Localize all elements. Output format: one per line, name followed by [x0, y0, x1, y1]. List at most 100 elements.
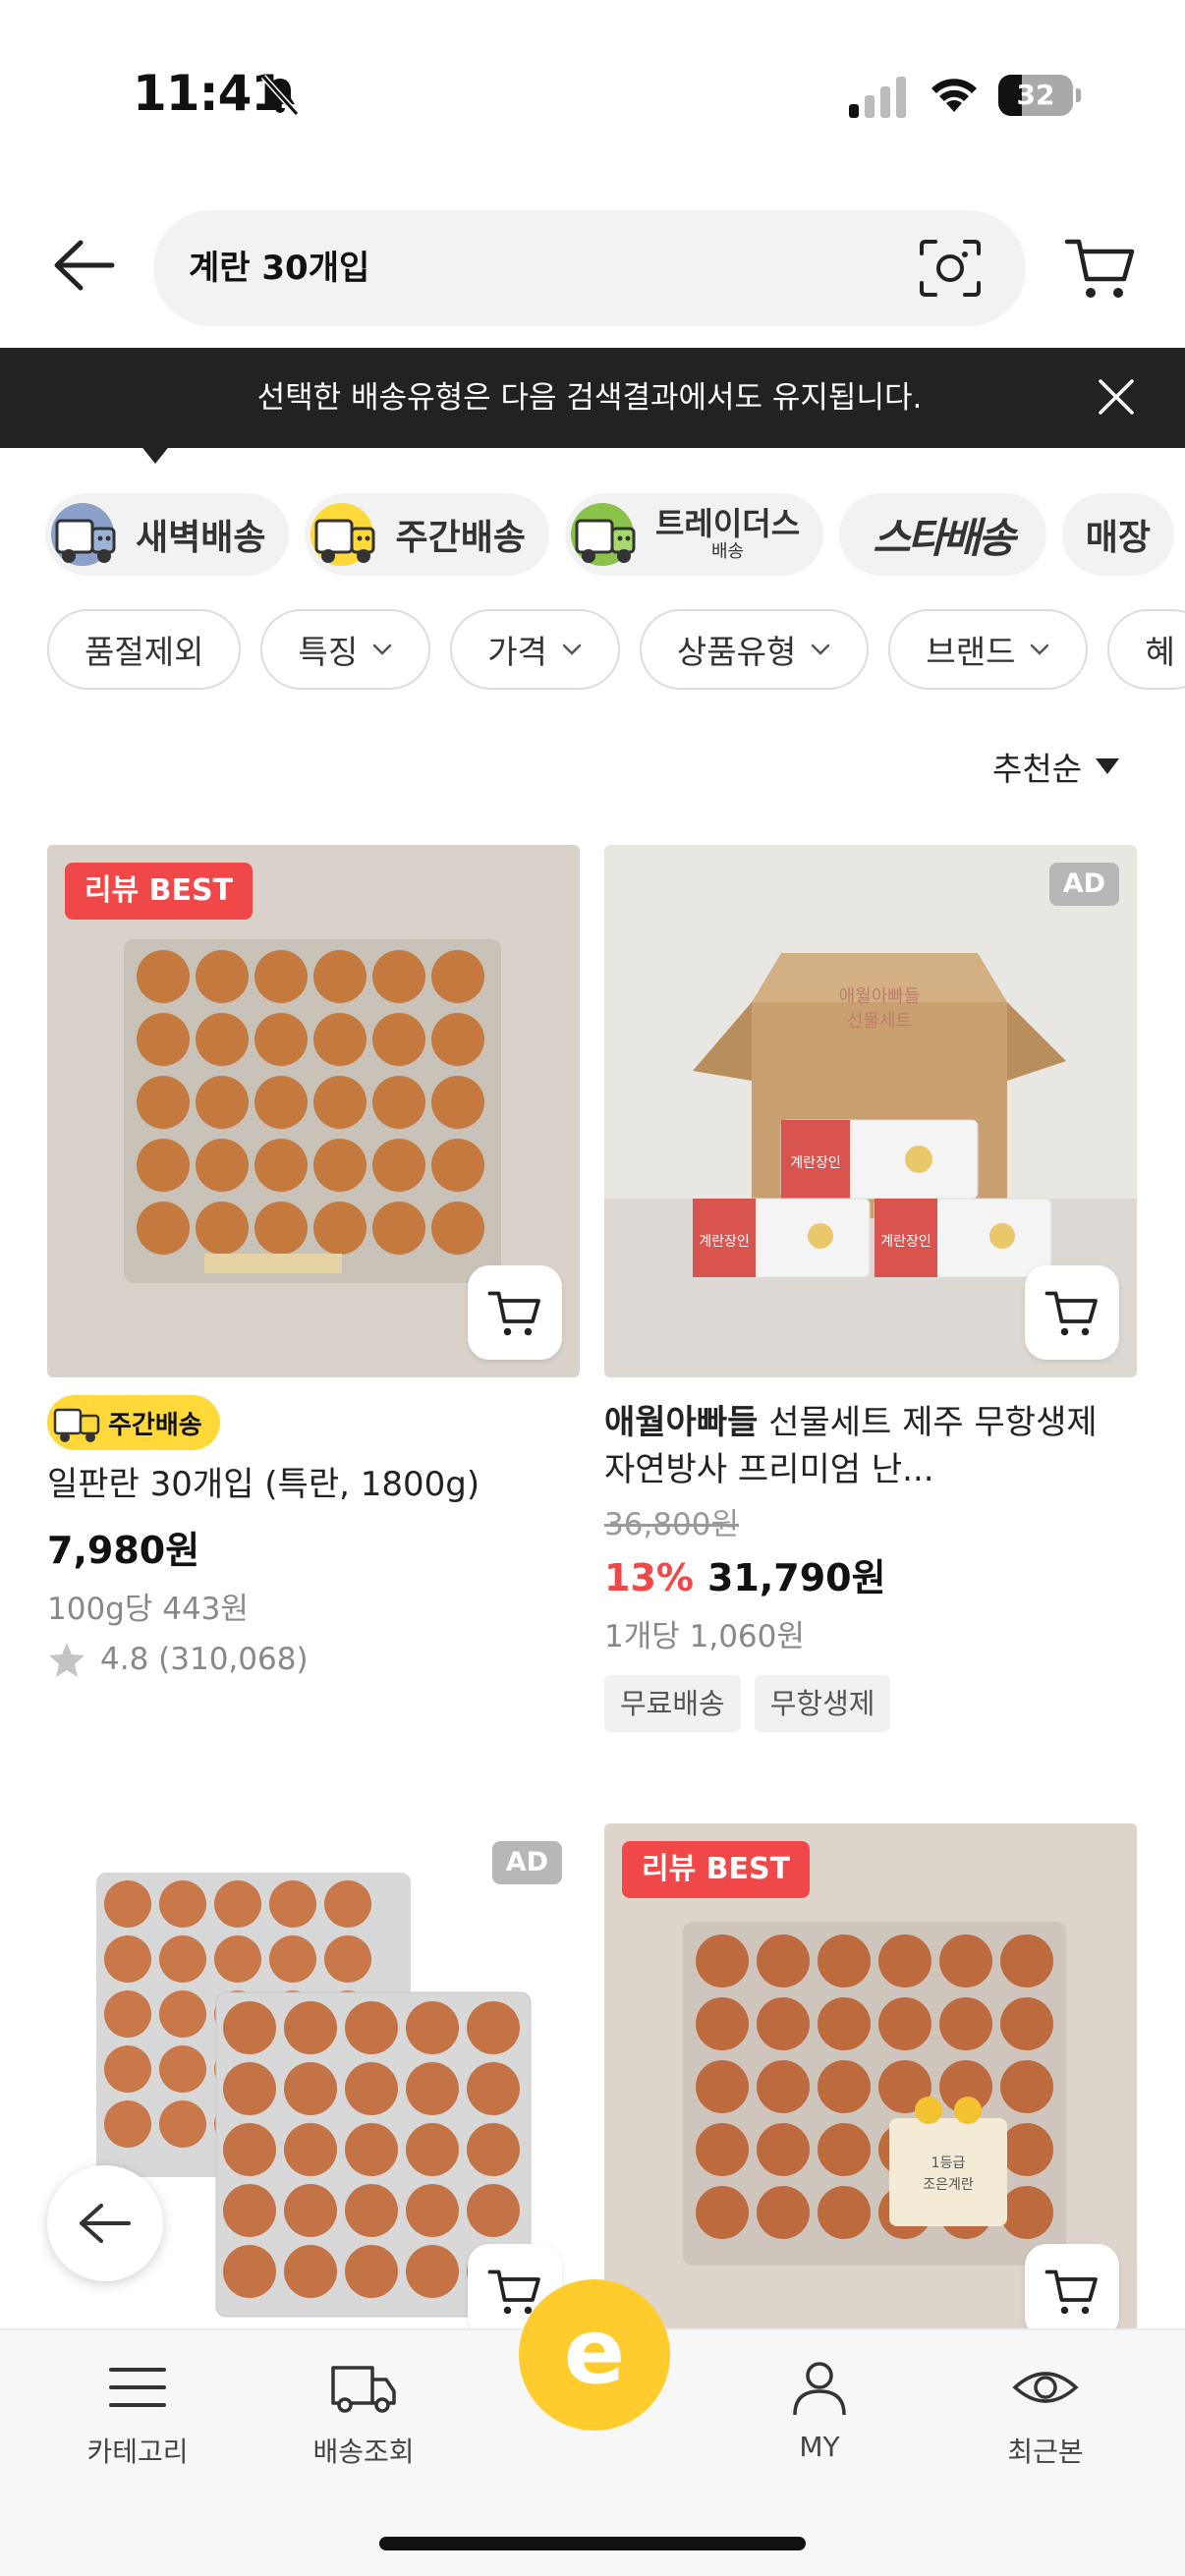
banner-text: 선택한 배송유형은 다음 검색결과에서도 유지됩니다. — [256, 380, 923, 416]
filter-product-type[interactable]: 상품유형 — [639, 609, 870, 690]
product-card[interactable]: 애월아빠들 선물세트 계란장인 계란장인 계란장인 AD 애월아빠들 선물세트 … — [604, 845, 1137, 1732]
delivery-chip-traders[interactable]: 트레이더스 배송 — [564, 493, 824, 576]
cart-icon — [1044, 1291, 1098, 1336]
egg — [406, 2001, 459, 2054]
egg — [313, 950, 367, 1003]
egg — [137, 1202, 190, 1255]
filter-label: 특징 — [298, 633, 359, 671]
filter-exclude-soldout[interactable]: 품절제외 — [47, 609, 242, 690]
discount-rate: 13% — [604, 1556, 694, 1599]
egg — [223, 2062, 276, 2115]
sort-dropdown[interactable]: 추천순 — [992, 743, 1120, 790]
nav-category[interactable]: 카테고리 — [39, 2358, 236, 2470]
egg — [284, 2123, 337, 2176]
product-image[interactable]: 애월아빠들 선물세트 계란장인 계란장인 계란장인 AD — [604, 845, 1137, 1377]
person-icon — [793, 2362, 846, 2416]
cart-icon — [1044, 2269, 1098, 2315]
egg — [254, 1013, 308, 1066]
product-image[interactable]: 1등급 조은계란 리뷰 BEST — [604, 1823, 1137, 2356]
egg — [757, 1997, 810, 2050]
egg — [254, 1076, 308, 1129]
egg — [223, 2184, 276, 2237]
search-input[interactable]: 계란 30개입 — [153, 210, 1026, 326]
egg — [254, 1139, 308, 1192]
star-icon — [49, 1643, 85, 1677]
filter-brand[interactable]: 브랜드 — [888, 609, 1089, 690]
back-button[interactable] — [39, 226, 128, 305]
egg — [818, 2186, 871, 2239]
floating-back-button[interactable] — [47, 2165, 163, 2281]
egg — [467, 2062, 520, 2115]
egg — [431, 1076, 484, 1129]
egg — [757, 2060, 810, 2113]
egg — [137, 1013, 190, 1066]
egg — [104, 2100, 151, 2148]
egg — [939, 1934, 992, 1988]
filter-feature[interactable]: 특징 — [260, 609, 431, 690]
product-title[interactable]: 애월아빠들 선물세트 제주 무항생제 자연방사 프리미엄 난... — [604, 1399, 1137, 1493]
product-title[interactable]: 일판란 30개입 (특란, 1800g) — [47, 1461, 580, 1508]
delivery-truck-icon — [331, 2366, 396, 2413]
add-to-cart-button[interactable] — [468, 1265, 562, 1360]
free-shipping-tag: 무료배송 — [604, 1675, 741, 1732]
close-icon[interactable] — [1095, 375, 1138, 419]
egg — [431, 950, 484, 1003]
delivery-chip-sublabel: 배송 — [711, 541, 745, 562]
filter-label: 품절제외 — [85, 633, 204, 671]
ad-badge: AD — [491, 1841, 562, 1884]
egg — [1000, 1934, 1053, 1988]
delivery-chip-label: 주간배송 — [395, 518, 526, 558]
delivery-chip-dawn[interactable]: 새벽배송 — [45, 493, 290, 576]
egg — [313, 1139, 367, 1192]
antibiotic-free-tag: 무항생제 — [754, 1675, 891, 1732]
egg — [324, 1880, 371, 1928]
add-to-cart-button[interactable] — [1025, 1265, 1119, 1360]
nav-label: MY — [799, 2431, 840, 2463]
egg — [324, 1935, 371, 1983]
egg — [313, 1202, 367, 1255]
egg — [159, 2100, 206, 2148]
nav-recently-viewed[interactable]: 최근본 — [947, 2358, 1144, 2470]
delivery-chip-store[interactable]: 매장 — [1061, 493, 1174, 576]
delivery-chip-weekly[interactable]: 주간배송 — [305, 493, 549, 576]
delivery-type-notice-banner: 선택한 배송유형은 다음 검색결과에서도 유지됩니다. — [0, 348, 1185, 448]
nav-label: 카테고리 — [86, 2436, 189, 2468]
nav-label: 최근본 — [1007, 2436, 1084, 2468]
egg — [372, 1139, 425, 1192]
delivery-chip-star[interactable]: 스타배송 — [839, 493, 1046, 576]
egg — [757, 2186, 810, 2239]
egg — [345, 2062, 398, 2115]
battery-percent: 32 — [1016, 79, 1055, 111]
product-rating: 4.8 (310,068) — [47, 1640, 580, 1679]
egg — [696, 1934, 749, 1988]
egg — [269, 1935, 316, 1983]
filter-price[interactable]: 가격 — [450, 609, 620, 690]
egg-pack-label: 계란장인 — [880, 1234, 931, 1250]
filter-benefit[interactable]: 혜 — [1107, 609, 1185, 690]
nav-my[interactable]: MY — [721, 2358, 918, 2463]
egg — [159, 1935, 206, 1983]
banner-pointer — [140, 444, 171, 464]
egg — [159, 2045, 206, 2093]
egg — [196, 1139, 249, 1192]
product-image[interactable]: 리뷰 BEST — [47, 845, 580, 1377]
battery-icon: 32 — [998, 75, 1081, 116]
home-logo-letter: e — [564, 2306, 625, 2404]
egg — [372, 1013, 425, 1066]
product-card[interactable]: 1등급 조은계란 리뷰 BEST — [604, 1823, 1137, 2356]
nav-delivery-tracking[interactable]: 배송조회 — [265, 2358, 462, 2470]
cart-button[interactable] — [1061, 228, 1140, 307]
image-search-icon[interactable] — [918, 238, 983, 299]
egg — [1000, 2123, 1053, 2176]
egg — [696, 2060, 749, 2113]
filter-label: 브랜드 — [926, 633, 1016, 671]
product-card[interactable]: 리뷰 BEST 주간배송 일판란 30개입 (특란, 1800g) 7,980원… — [47, 845, 580, 1679]
egg — [757, 2123, 810, 2176]
delivery-chip-label: 매장 — [1085, 518, 1151, 558]
egg — [137, 950, 190, 1003]
dawn-delivery-truck-icon — [51, 503, 116, 566]
add-to-cart-button[interactable] — [1025, 2244, 1119, 2338]
cart-icon — [1064, 239, 1135, 298]
home-button[interactable]: e — [519, 2279, 670, 2431]
eye-icon — [1012, 2372, 1079, 2403]
